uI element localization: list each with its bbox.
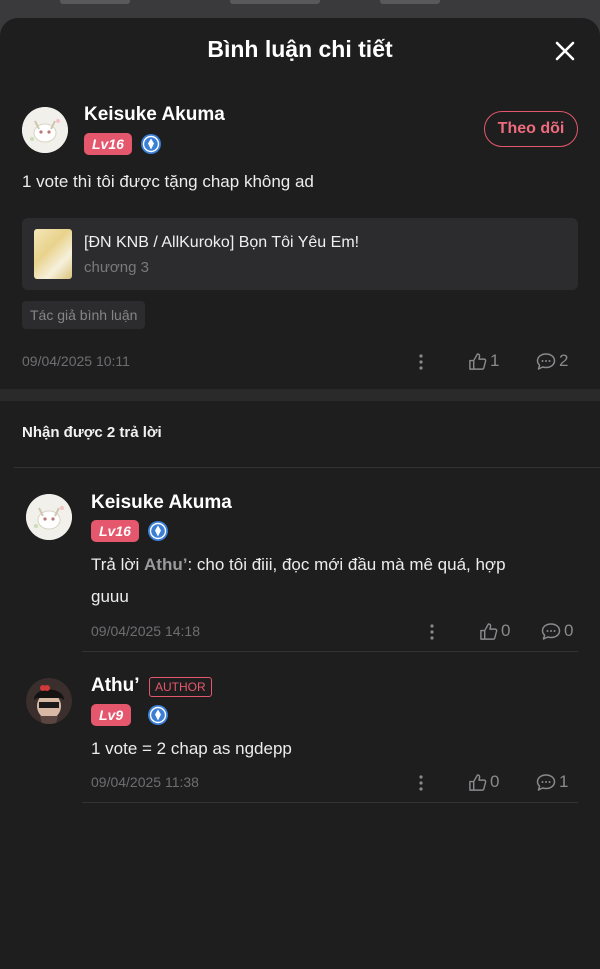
- reply-count: 2: [559, 351, 569, 370]
- divider: [82, 802, 578, 803]
- more-options-icon[interactable]: [419, 354, 423, 370]
- divider: [82, 651, 578, 652]
- thumbs-up-icon: [469, 352, 487, 370]
- background-text-fragment: [380, 0, 440, 4]
- background-text-fragment: [230, 0, 320, 4]
- more-options-icon[interactable]: [419, 775, 423, 791]
- close-icon[interactable]: [554, 40, 576, 62]
- follow-button[interactable]: Theo dõi: [484, 111, 578, 147]
- story-chapter: chương 3: [84, 259, 149, 276]
- avatar[interactable]: [22, 107, 68, 153]
- reply-count: 1: [559, 772, 569, 791]
- like-count: 0: [490, 772, 500, 791]
- level-badge: Lv16: [91, 520, 139, 542]
- background-strip: [0, 0, 600, 18]
- divider: [14, 467, 600, 468]
- like-button[interactable]: 0: [468, 772, 499, 792]
- level-badge: Lv16: [84, 133, 132, 155]
- like-count: 0: [501, 621, 511, 640]
- comment-timestamp: 09/04/2025 10:11: [22, 353, 130, 369]
- avatar[interactable]: [26, 678, 72, 724]
- reply-count: 0: [564, 621, 574, 640]
- level-badge: Lv9: [91, 704, 132, 726]
- replies-header: Nhận được 2 trả lời: [22, 424, 162, 441]
- story-title: [ĐN KNB / AllKuroko] Bọn Tôi Yêu Em!: [84, 234, 360, 251]
- avatar-illustration: [22, 107, 68, 153]
- reply-text-line1: : cho tôi điii, đọc mới đầu mà mê quá, h…: [187, 555, 506, 574]
- story-cover: [34, 229, 72, 279]
- comment-username[interactable]: Keisuke Akuma: [84, 104, 225, 126]
- more-options-icon[interactable]: [430, 624, 434, 640]
- gem-badge-icon: [148, 705, 168, 725]
- avatar-illustration: [26, 494, 72, 540]
- like-count: 1: [490, 351, 500, 370]
- mention-link[interactable]: Athu’: [144, 555, 187, 574]
- section-divider: [0, 389, 600, 401]
- comment-text: 1 vote thì tôi được tặng chap không ad: [22, 172, 314, 191]
- thumbs-up-icon: [480, 622, 498, 640]
- reply-text: 1 vote = 2 chap as ngdepp: [91, 739, 292, 758]
- chat-bubble-icon: [536, 773, 556, 791]
- reply-count-button[interactable]: 0: [541, 621, 573, 641]
- reply-count-button[interactable]: 2: [536, 351, 568, 371]
- reply-text-line2: guuu: [91, 587, 129, 606]
- sheet-header: Bình luận chi tiết: [0, 18, 600, 86]
- sheet-title: Bình luận chi tiết: [207, 36, 393, 62]
- chat-bubble-icon: [541, 622, 561, 640]
- story-card[interactable]: [ĐN KNB / AllKuroko] Bọn Tôi Yêu Em! chư…: [22, 218, 578, 290]
- author-comment-tag: Tác giả bình luận: [22, 301, 146, 329]
- reply-username[interactable]: Athu’: [91, 675, 140, 697]
- avatar[interactable]: [26, 494, 72, 540]
- like-button[interactable]: 0: [479, 621, 510, 641]
- avatar-illustration: [26, 678, 72, 724]
- reply-timestamp: 09/04/2025 11:38: [91, 774, 199, 790]
- gem-badge-icon: [148, 521, 168, 541]
- gem-badge-icon: [141, 134, 161, 154]
- author-badge: AUTHOR: [149, 677, 212, 697]
- like-button[interactable]: 1: [468, 351, 499, 371]
- reply-username[interactable]: Keisuke Akuma: [91, 492, 232, 514]
- background-text-fragment: [60, 0, 130, 4]
- reply-count-button[interactable]: 1: [536, 772, 568, 792]
- reply-prefix: Trả lời: [91, 555, 145, 574]
- thumbs-up-icon: [469, 773, 487, 791]
- chat-bubble-icon: [536, 352, 556, 370]
- comment-detail-sheet: Bình luận chi tiết Keisuke Akuma Lv16 Th…: [0, 18, 600, 969]
- reply-timestamp: 09/04/2025 14:18: [91, 623, 200, 639]
- reply-text: Trả lời Athu’: cho tôi điii, đọc mới đầu…: [91, 549, 581, 613]
